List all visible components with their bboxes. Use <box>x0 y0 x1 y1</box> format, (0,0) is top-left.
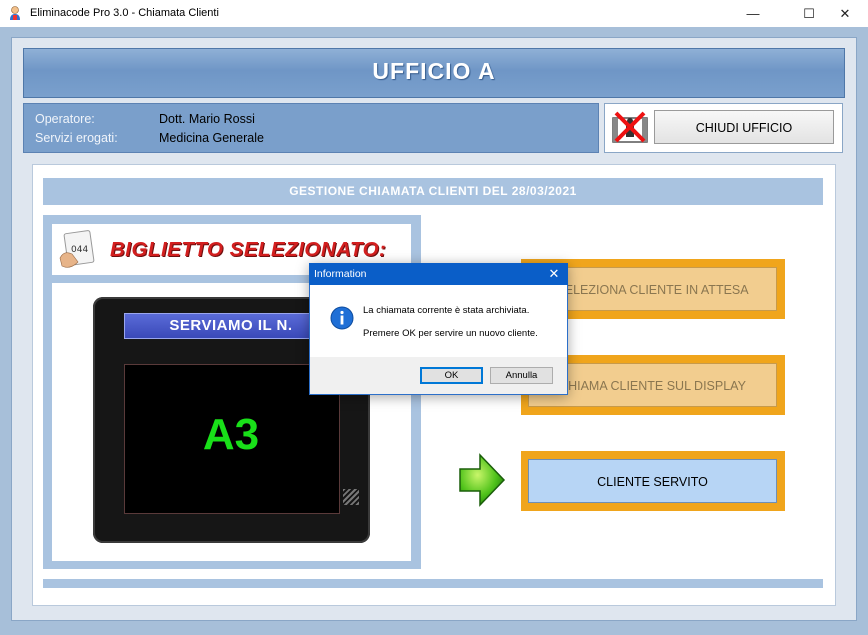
dialog-message-line2: Premere OK per servire un nuovo cliente. <box>363 328 538 339</box>
dialog-close-button[interactable]: ✕ <box>545 265 563 283</box>
speaker-grille <box>343 489 359 505</box>
window-title: Eliminacode Pro 3.0 - Chiamata Clienti <box>30 7 219 19</box>
services-label: Servizi erogati: <box>35 131 118 145</box>
dialog-message-line1: La chiamata corrente è stata archiviata. <box>363 305 530 316</box>
ticket-icon-number: 044 <box>71 245 88 255</box>
dialog-title: Information <box>314 268 367 280</box>
operator-value: Dott. Mario Rossi <box>159 112 255 126</box>
bottom-bar <box>43 579 823 588</box>
selected-ticket-label: BIGLIETTO SELEZIONATO: <box>110 238 387 261</box>
minimize-button[interactable]: — <box>730 0 776 27</box>
monitor-banner-text: SERVIAMO IL N. <box>169 317 293 334</box>
cancel-button[interactable]: Annulla <box>490 367 553 384</box>
close-office-button[interactable]: CHIUDI UFFICIO <box>654 110 834 144</box>
ok-button[interactable]: OK <box>420 367 483 384</box>
info-icon <box>330 306 354 330</box>
services-value: Medicina Generale <box>159 131 264 145</box>
green-arrow-icon <box>459 453 506 507</box>
operator-label: Operatore: <box>35 112 95 126</box>
no-entry-person-icon <box>612 111 648 143</box>
window-close-button[interactable]: ✕ <box>822 0 868 27</box>
section-title: GESTIONE CHIAMATA CLIENTI DEL 28/03/2021 <box>289 184 577 198</box>
client-served-button[interactable]: CLIENTE SERVITO <box>528 459 777 503</box>
app-person-icon <box>10 6 20 20</box>
ticket-hand-icon: 044 <box>59 230 95 268</box>
operator-info-panel <box>23 103 599 153</box>
office-title: UFFICIO A <box>372 58 496 84</box>
current-ticket-number: A3 <box>202 410 260 459</box>
